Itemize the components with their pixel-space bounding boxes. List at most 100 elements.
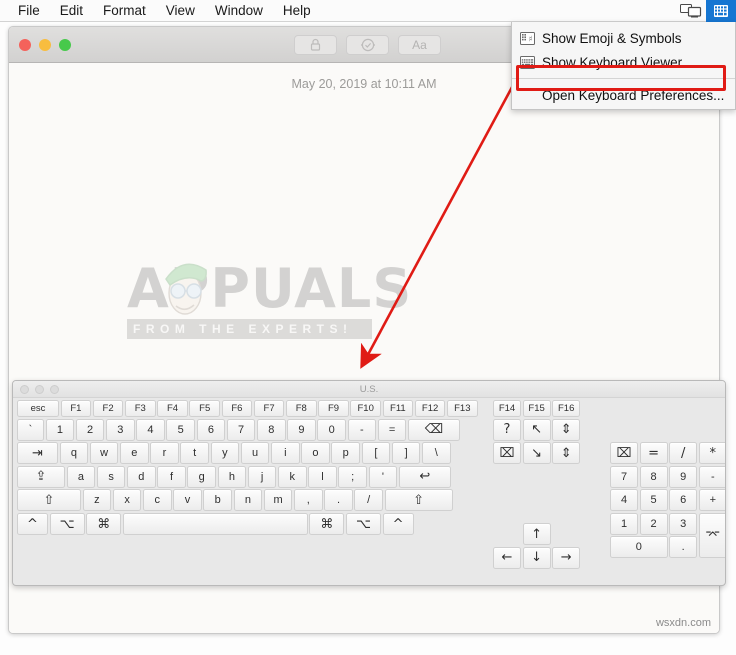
key-minus[interactable]: - bbox=[347, 418, 377, 441]
numpad-plus[interactable]: + bbox=[698, 489, 725, 512]
key-f3[interactable]: F3 bbox=[125, 400, 156, 417]
key-p[interactable]: p bbox=[331, 442, 360, 465]
key-end-2[interactable]: ↘ bbox=[522, 442, 551, 465]
key-shift[interactable]: ⇧ bbox=[17, 489, 81, 512]
numpad-asterisk-0[interactable]: * bbox=[698, 442, 725, 464]
menu-item-edit[interactable]: Edit bbox=[50, 0, 93, 22]
key-control[interactable]: ^ bbox=[17, 513, 48, 535]
key-b[interactable]: b bbox=[203, 489, 232, 512]
menu-item-window[interactable]: Window bbox=[205, 0, 273, 22]
key-quote[interactable]: ' bbox=[368, 465, 398, 488]
key-backslash[interactable]: \ bbox=[422, 442, 451, 465]
key-x[interactable]: x bbox=[112, 489, 142, 512]
key-q[interactable]: q bbox=[59, 442, 89, 465]
key-f15[interactable]: F15 bbox=[522, 400, 551, 417]
menu-option-show-keyboard-viewer[interactable]: Show Keyboard Viewer bbox=[512, 50, 735, 74]
key-f1[interactable]: F1 bbox=[60, 400, 92, 417]
zoom-button[interactable] bbox=[59, 38, 71, 51]
key-j[interactable]: j bbox=[247, 465, 277, 488]
close-button[interactable] bbox=[19, 38, 31, 51]
numpad-1[interactable]: 1 bbox=[610, 512, 638, 535]
key-l[interactable]: l bbox=[308, 465, 337, 488]
key-v[interactable]: v bbox=[173, 489, 202, 512]
numpad-5[interactable]: 5 bbox=[639, 489, 668, 512]
key-g[interactable]: g bbox=[187, 465, 216, 488]
key-option-right[interactable]: ⌥ bbox=[346, 513, 381, 535]
key-f9[interactable]: F9 bbox=[318, 400, 349, 417]
key-f11[interactable]: F11 bbox=[382, 400, 414, 417]
key-d[interactable]: d bbox=[127, 465, 156, 488]
key-forward-delete-2[interactable]: ⌧ bbox=[493, 442, 521, 465]
key-r[interactable]: r bbox=[150, 442, 179, 465]
key-n[interactable]: n bbox=[233, 489, 263, 512]
key-h[interactable]: h bbox=[217, 465, 247, 488]
font-button[interactable]: Aa bbox=[398, 34, 441, 55]
key-k[interactable]: k bbox=[278, 465, 307, 488]
key-command-right[interactable]: ⌘ bbox=[309, 513, 345, 535]
check-circle-button[interactable] bbox=[346, 34, 389, 55]
numpad-period[interactable]: . bbox=[669, 536, 698, 559]
key-s[interactable]: s bbox=[96, 465, 126, 488]
minimize-button[interactable] bbox=[39, 38, 51, 51]
numpad-7[interactable]: 7 bbox=[610, 465, 638, 488]
key-f7[interactable]: F7 bbox=[253, 400, 285, 417]
key-6[interactable]: 6 bbox=[196, 418, 226, 441]
key-arrow-left[interactable]: ← bbox=[493, 546, 521, 569]
key-o[interactable]: o bbox=[301, 442, 330, 465]
numpad-minus[interactable]: - bbox=[698, 465, 725, 488]
key-tab[interactable]: ⇥ bbox=[17, 442, 58, 465]
key-arrow-down[interactable]: ↓ bbox=[522, 546, 551, 569]
key-2[interactable]: 2 bbox=[75, 418, 105, 441]
numpad-8[interactable]: 8 bbox=[639, 465, 668, 488]
menu-item-help[interactable]: Help bbox=[273, 0, 321, 22]
key-u[interactable]: u bbox=[240, 442, 270, 465]
numpad-equals-0[interactable]: = bbox=[639, 442, 668, 464]
key-page-2[interactable]: ⇕ bbox=[552, 442, 581, 465]
numpad-0[interactable]: 0 bbox=[610, 536, 668, 559]
key-period[interactable]: . bbox=[324, 489, 353, 512]
key-equals[interactable]: = bbox=[377, 418, 407, 441]
key-z[interactable]: z bbox=[82, 489, 112, 512]
key-bracket-left[interactable]: [ bbox=[361, 442, 391, 465]
key-f2[interactable]: F2 bbox=[92, 400, 124, 417]
key-c[interactable]: c bbox=[143, 489, 172, 512]
key-space[interactable] bbox=[122, 513, 308, 535]
key-i[interactable]: i bbox=[271, 442, 300, 465]
key-t[interactable]: t bbox=[180, 442, 209, 465]
key-f12[interactable]: F12 bbox=[414, 400, 446, 417]
key-option[interactable]: ⌥ bbox=[49, 513, 85, 535]
key-page-1[interactable]: ⇕ bbox=[552, 418, 581, 441]
key-3[interactable]: 3 bbox=[106, 418, 135, 441]
numpad-4[interactable]: 4 bbox=[610, 489, 638, 512]
key-f14[interactable]: F14 bbox=[493, 400, 521, 417]
lock-button[interactable] bbox=[294, 34, 337, 55]
key-0[interactable]: 0 bbox=[317, 418, 346, 441]
key-4[interactable]: 4 bbox=[136, 418, 165, 441]
key-semicolon[interactable]: ; bbox=[338, 465, 367, 488]
menu-option-show-emoji-symbols[interactable]: ♯ Show Emoji & Symbols bbox=[512, 26, 735, 50]
numpad-forward-delete-0[interactable]: ⌧ bbox=[610, 442, 638, 464]
key-7[interactable]: 7 bbox=[226, 418, 256, 441]
key-5[interactable]: 5 bbox=[166, 418, 195, 441]
key-a[interactable]: a bbox=[66, 465, 96, 488]
numpad-6[interactable]: 6 bbox=[669, 489, 698, 512]
key-f6[interactable]: F6 bbox=[221, 400, 253, 417]
key-e[interactable]: e bbox=[120, 442, 149, 465]
key-command[interactable]: ⌘ bbox=[86, 513, 122, 535]
key-f4[interactable]: F4 bbox=[157, 400, 188, 417]
key-9[interactable]: 9 bbox=[287, 418, 316, 441]
key-slash[interactable]: / bbox=[354, 489, 383, 512]
menu-option-open-keyboard-preferences[interactable]: Open Keyboard Preferences... bbox=[512, 83, 735, 107]
key-comma[interactable]: , bbox=[294, 489, 323, 512]
key-arrow-right[interactable]: → bbox=[552, 546, 581, 569]
key-f[interactable]: f bbox=[157, 465, 186, 488]
menu-item-view[interactable]: View bbox=[156, 0, 205, 22]
key-backtick[interactable]: ` bbox=[17, 418, 44, 441]
key-8[interactable]: 8 bbox=[257, 418, 286, 441]
key-shift-right[interactable]: ⇧ bbox=[384, 489, 453, 512]
menu-item-file[interactable]: File bbox=[8, 0, 50, 22]
key-esc[interactable]: esc bbox=[17, 400, 59, 417]
numpad-3[interactable]: 3 bbox=[669, 512, 698, 535]
key-m[interactable]: m bbox=[263, 489, 293, 512]
numpad-2[interactable]: 2 bbox=[639, 512, 668, 535]
